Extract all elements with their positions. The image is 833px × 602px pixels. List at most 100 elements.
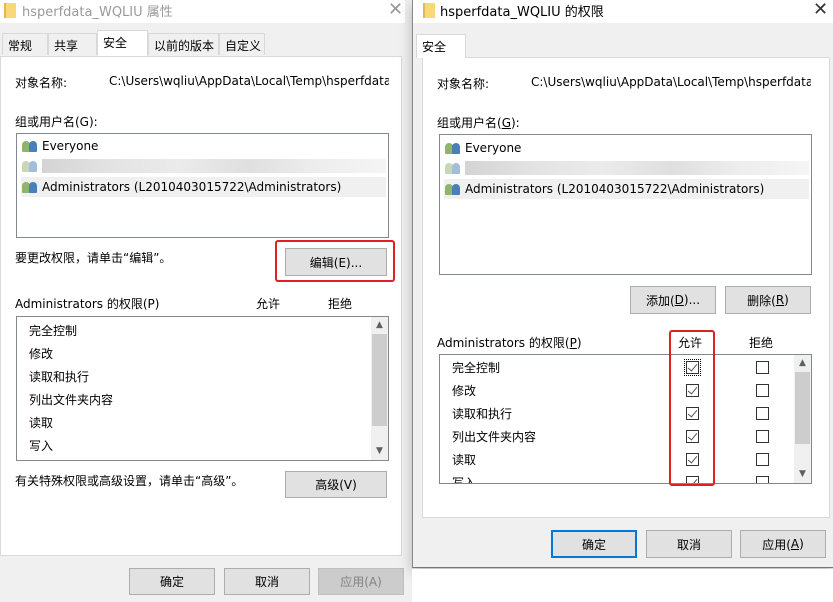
deny-header: 拒绝 — [328, 297, 353, 311]
deny-checkbox-write[interactable] — [756, 476, 769, 483]
permission-row: 写入 — [29, 434, 53, 457]
deny-checkbox-read-execute[interactable] — [756, 407, 769, 420]
group-name: Everyone — [42, 139, 99, 153]
desktop-background — [412, 569, 833, 602]
group-name: Administrators (L2010403015722\Administr… — [465, 182, 765, 196]
close-icon[interactable]: ✕ — [813, 0, 828, 20]
blurred-group-name — [42, 159, 386, 173]
allow-column-highlight — [669, 330, 715, 486]
permission-row: 读取 — [29, 411, 53, 434]
folder-icon — [4, 3, 16, 18]
permission-row: 修改 — [29, 342, 53, 365]
tab-customize[interactable]: 自定义 — [219, 33, 265, 55]
apply-button[interactable]: 应用(A) — [318, 568, 404, 595]
permissions-label: Administrators 的权限(P) — [15, 297, 160, 311]
deny-checkbox-modify[interactable] — [756, 384, 769, 397]
permission-name: 完全控制 — [29, 324, 78, 338]
security-panel: 对象名称: C:\Users\wqliu\AppData\Local\Temp\… — [0, 56, 402, 556]
permission-name: 读取和执行 — [29, 370, 90, 384]
group-item-blurred[interactable] — [444, 158, 809, 178]
permission-name: 读取 — [452, 453, 477, 467]
group-item-everyone[interactable]: Everyone — [444, 138, 809, 158]
tab-security[interactable]: 安全 — [416, 34, 466, 58]
permissions-label: Administrators 的权限(P) — [437, 336, 582, 350]
deny-checkbox-list-folder[interactable] — [756, 430, 769, 443]
group-item-everyone[interactable]: Everyone — [21, 136, 386, 156]
group-name: Administrators (L2010403015722\Administr… — [42, 180, 342, 194]
remove-button[interactable]: 删除(R) — [725, 286, 811, 314]
deny-checkbox-full-control[interactable] — [756, 361, 769, 374]
tab-bar: 常规 共享 安全 以前的版本 自定义 — [2, 30, 402, 57]
permissions-titlebar: hsperfdata_WQLIU 的权限 ✕ — [413, 0, 833, 23]
groups-listbox[interactable]: Everyone Administrators (L2010403015722\… — [16, 133, 389, 238]
permission-row: 列出文件夹内容 — [452, 425, 536, 448]
advanced-hint: 有关特殊权限或高级设置，请单击“高级”。 — [15, 474, 244, 488]
permission-name: 完全控制 — [452, 361, 501, 375]
properties-titlebar: hsperfdata_WQLIU 属性 ✕ — [0, 0, 405, 23]
permission-name: 读取和执行 — [452, 407, 513, 421]
permission-row: 写入 — [452, 471, 477, 484]
permissions-scrollbar[interactable]: ▲ ▼ — [794, 355, 811, 483]
group-name: Everyone — [465, 141, 522, 155]
edit-hint: 要更改权限，请单击“编辑”。 — [15, 251, 172, 265]
group-item-administrators[interactable]: Administrators (L2010403015722\Administr… — [444, 179, 809, 199]
object-name-value: C:\Users\wqliu\AppData\Local\Temp\hsperf… — [531, 75, 811, 89]
blurred-group-name — [465, 161, 809, 175]
permission-row: 完全控制 — [29, 319, 77, 342]
cancel-button[interactable]: 取消 — [224, 568, 310, 595]
permissions-list[interactable]: 完全控制 修改 读取和执行 列出文件夹内容 读取 写入 ▲ ▼ — [439, 354, 812, 484]
group-item-blurred[interactable] — [21, 156, 386, 176]
close-icon[interactable]: ✕ — [388, 0, 403, 20]
object-name-value: C:\Users\wqliu\AppData\Local\Temp\hsperf… — [109, 74, 389, 88]
apply-button[interactable]: 应用(A) — [740, 530, 826, 558]
scroll-up-icon[interactable]: ▲ — [371, 317, 388, 334]
properties-window: hsperfdata_WQLIU 属性 ✕ 常规 共享 安全 以前的版本 自定义… — [0, 0, 405, 602]
permission-row: 读取和执行 — [452, 402, 512, 425]
users-icon — [444, 182, 462, 196]
group-item-administrators[interactable]: Administrators (L2010403015722\Administr… — [21, 177, 386, 197]
permission-row: 列出文件夹内容 — [29, 388, 113, 411]
users-icon — [444, 141, 462, 155]
permission-name: 写入 — [452, 476, 477, 484]
permission-name: 列出文件夹内容 — [452, 430, 537, 444]
groups-listbox[interactable]: Everyone Administrators (L2010403015722\… — [439, 134, 812, 275]
scroll-up-icon[interactable]: ▲ — [794, 355, 811, 372]
object-name-label: 对象名称: — [15, 76, 68, 90]
groups-label: 组或用户名(G): — [15, 115, 98, 129]
scroll-thumb[interactable] — [795, 372, 810, 444]
tab-general[interactable]: 常规 — [2, 33, 48, 55]
users-icon — [21, 139, 39, 153]
advanced-button[interactable]: 高级(V) — [285, 471, 387, 498]
permission-name: 写入 — [29, 439, 54, 453]
deny-header: 拒绝 — [749, 336, 774, 350]
add-button[interactable]: 添加(D)... — [630, 286, 716, 314]
tab-sharing[interactable]: 共享 — [48, 33, 97, 55]
scroll-thumb[interactable] — [372, 334, 387, 426]
permission-row: 修改 — [452, 379, 476, 402]
groups-label: 组或用户名(G): — [437, 116, 520, 130]
permissions-window: hsperfdata_WQLIU 的权限 ✕ 安全 对象名称: C:\Users… — [412, 0, 833, 568]
cancel-button[interactable]: 取消 — [646, 530, 732, 558]
allow-header: 允许 — [256, 297, 281, 311]
users-icon — [444, 161, 462, 175]
security-panel: 对象名称: C:\Users\wqliu\AppData\Local\Temp\… — [422, 57, 830, 518]
tab-previous-versions[interactable]: 以前的版本 — [148, 33, 219, 55]
permission-name: 修改 — [452, 384, 477, 398]
permissions-scrollbar[interactable]: ▲ ▼ — [371, 317, 388, 460]
tab-security[interactable]: 安全 — [97, 30, 148, 56]
window-title: hsperfdata_WQLIU 的权限 — [440, 5, 604, 20]
permission-name: 读取 — [29, 416, 54, 430]
permission-row: 完全控制 — [452, 356, 500, 379]
ok-button[interactable]: 确定 — [551, 530, 637, 558]
permission-row: 读取和执行 — [29, 365, 89, 388]
object-name-label: 对象名称: — [437, 77, 490, 91]
deny-checkbox-read[interactable] — [756, 453, 769, 466]
ok-button[interactable]: 确定 — [129, 568, 215, 595]
window-title: hsperfdata_WQLIU 属性 — [22, 5, 173, 20]
users-icon — [21, 180, 39, 194]
scroll-down-icon[interactable]: ▼ — [371, 443, 388, 460]
scroll-down-icon[interactable]: ▼ — [794, 466, 811, 483]
permissions-list[interactable]: 完全控制 修改 读取和执行 列出文件夹内容 读取 写入 ▲ ▼ — [16, 316, 389, 461]
permission-name: 修改 — [29, 347, 54, 361]
edit-button-highlight — [275, 240, 395, 282]
